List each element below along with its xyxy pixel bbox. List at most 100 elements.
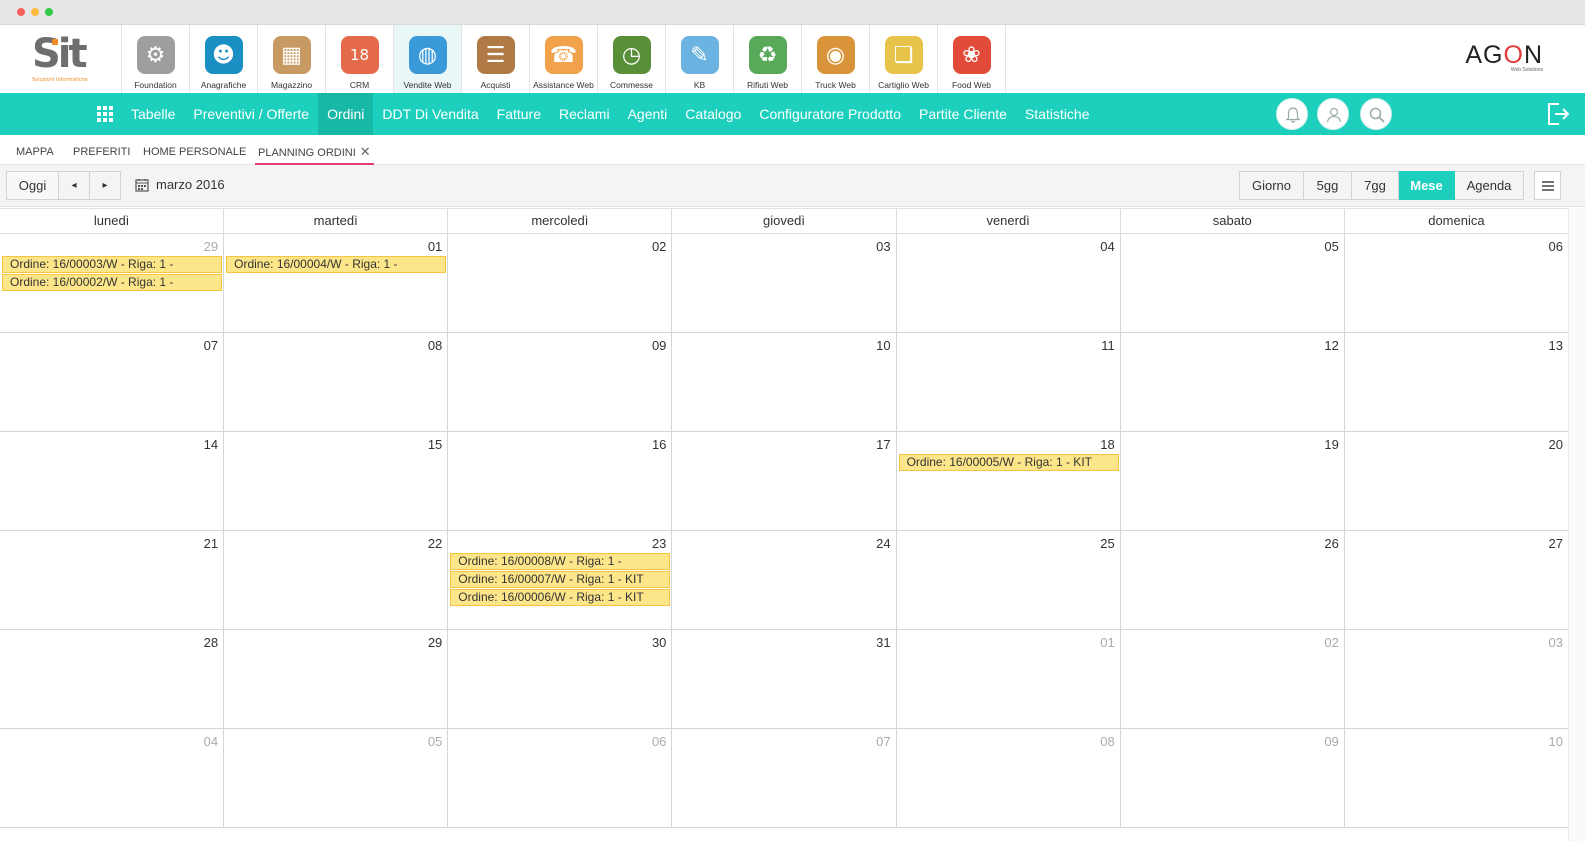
module-crm[interactable]: 18 CRM xyxy=(326,25,394,93)
nav-statistiche[interactable]: Statistiche xyxy=(1016,93,1099,135)
day-number[interactable]: 22 xyxy=(428,536,442,551)
module-assistance-web[interactable]: ☎ Assistance Web xyxy=(530,25,598,93)
module-food-web[interactable]: ❀ Food Web xyxy=(938,25,1006,93)
nav-configuratore-prodotto[interactable]: Configuratore Prodotto xyxy=(750,93,910,135)
calendar-day[interactable]: 21 xyxy=(0,531,225,629)
calendar-day[interactable]: 10 xyxy=(1345,729,1568,827)
day-number[interactable]: 09 xyxy=(1324,734,1338,749)
nav-catalogo[interactable]: Catalogo xyxy=(676,93,750,135)
day-number[interactable]: 10 xyxy=(1549,734,1563,749)
day-number[interactable]: 28 xyxy=(204,635,218,650)
day-number[interactable]: 05 xyxy=(1324,239,1338,254)
calendar-day[interactable]: 10 xyxy=(672,333,897,431)
close-tab-icon[interactable]: ✕ xyxy=(360,144,371,159)
module-kb[interactable]: ✎ KB xyxy=(666,25,734,93)
day-number[interactable]: 07 xyxy=(876,734,890,749)
nav-ordini[interactable]: Ordini xyxy=(318,93,374,135)
order-event[interactable]: Ordine: 16/00004/W - Riga: 1 - xyxy=(226,256,447,273)
day-number[interactable]: 08 xyxy=(428,338,442,353)
day-number[interactable]: 02 xyxy=(652,239,666,254)
calendar-day[interactable]: 24 xyxy=(672,531,897,629)
day-number[interactable]: 04 xyxy=(1100,239,1114,254)
calendar-day[interactable]: 26 xyxy=(1121,531,1345,629)
day-number[interactable]: 05 xyxy=(428,734,442,749)
menu-button[interactable] xyxy=(1534,171,1561,200)
module-commesse[interactable]: ◷ Commesse xyxy=(598,25,666,93)
minimize-window-button[interactable] xyxy=(31,8,39,16)
day-number[interactable]: 03 xyxy=(1549,635,1563,650)
nav-reclami[interactable]: Reclami xyxy=(550,93,619,135)
day-number[interactable]: 30 xyxy=(652,635,666,650)
day-number[interactable]: 15 xyxy=(428,437,442,452)
module-rifiuti-web[interactable]: ♻ Rifiuti Web xyxy=(734,25,802,93)
calendar-day[interactable]: 07 xyxy=(0,333,225,431)
calendar-day[interactable]: 04 xyxy=(897,234,1121,332)
day-number[interactable]: 25 xyxy=(1100,536,1114,551)
nav-fatture[interactable]: Fatture xyxy=(488,93,550,135)
view-giorno-button[interactable]: Giorno xyxy=(1239,171,1304,200)
prev-month-button[interactable]: ◂ xyxy=(59,171,90,200)
calendar-day[interactable]: 04 xyxy=(0,729,225,827)
nav-partite-cliente[interactable]: Partite Cliente xyxy=(910,93,1016,135)
calendar-day[interactable]: 01 xyxy=(897,630,1121,728)
day-number[interactable]: 27 xyxy=(1549,536,1563,551)
calendar-day[interactable]: 05 xyxy=(1121,234,1345,332)
vertical-scrollbar[interactable] xyxy=(1568,208,1585,841)
notifications-button[interactable] xyxy=(1276,98,1308,130)
day-number[interactable]: 08 xyxy=(1100,734,1114,749)
calendar-day[interactable]: 09 xyxy=(1121,729,1345,827)
day-number[interactable]: 29 xyxy=(428,635,442,650)
nav-tabelle[interactable]: Tabelle xyxy=(122,93,184,135)
day-number[interactable]: 07 xyxy=(204,338,218,353)
day-number[interactable]: 29 xyxy=(204,239,218,254)
calendar-day[interactable]: 08 xyxy=(897,729,1121,827)
day-number[interactable]: 01 xyxy=(428,239,442,254)
calendar-day[interactable]: 02 xyxy=(1121,630,1345,728)
order-event[interactable]: Ordine: 16/00003/W - Riga: 1 - xyxy=(2,256,223,273)
calendar-day[interactable]: 20 xyxy=(1345,432,1568,530)
order-event[interactable]: Ordine: 16/00007/W - Riga: 1 - KIT xyxy=(450,571,671,588)
day-number[interactable]: 17 xyxy=(876,437,890,452)
day-number[interactable]: 02 xyxy=(1324,635,1338,650)
order-event[interactable]: Ordine: 16/00002/W - Riga: 1 - xyxy=(2,274,223,291)
calendar-day[interactable]: 06 xyxy=(448,729,673,827)
tab-mappa[interactable]: MAPPA xyxy=(16,135,54,165)
module-cartiglio-web[interactable]: ❏ Cartiglio Web xyxy=(870,25,938,93)
nav-ddt-di-vendita[interactable]: DDT Di Vendita xyxy=(373,93,487,135)
day-number[interactable]: 06 xyxy=(1549,239,1563,254)
day-number[interactable]: 18 xyxy=(1100,437,1114,452)
day-number[interactable]: 01 xyxy=(1100,635,1114,650)
apps-grid-icon[interactable] xyxy=(97,106,113,122)
calendar-day[interactable]: 27 xyxy=(1345,531,1568,629)
zoom-window-button[interactable] xyxy=(45,8,53,16)
order-event[interactable]: Ordine: 16/00006/W - Riga: 1 - KIT xyxy=(450,589,671,606)
day-number[interactable]: 19 xyxy=(1324,437,1338,452)
calendar-day[interactable]: 30 xyxy=(448,630,673,728)
calendar-day[interactable]: 06 xyxy=(1345,234,1568,332)
day-number[interactable]: 10 xyxy=(876,338,890,353)
view-5gg-button[interactable]: 5gg xyxy=(1304,171,1352,200)
day-number[interactable]: 26 xyxy=(1324,536,1338,551)
calendar-day[interactable]: 22 xyxy=(224,531,449,629)
nav-agenti[interactable]: Agenti xyxy=(619,93,677,135)
calendar-day[interactable]: 23 Ordine: 16/00008/W - Riga: 1 - Ordine: … xyxy=(448,531,673,629)
calendar-day[interactable]: 14 xyxy=(0,432,225,530)
calendar-day[interactable]: 29 Ordine: 16/00003/W - Riga: 1 - Ordine: … xyxy=(0,234,225,332)
tab-preferiti[interactable]: PREFERITI xyxy=(73,135,130,165)
calendar-day[interactable]: 28 xyxy=(0,630,225,728)
calendar-day[interactable]: 17 xyxy=(672,432,897,530)
order-event[interactable]: Ordine: 16/00008/W - Riga: 1 - xyxy=(450,553,671,570)
calendar-day[interactable]: 01 Ordine: 16/00004/W - Riga: 1 - xyxy=(224,234,449,332)
calendar-day[interactable]: 09 xyxy=(448,333,673,431)
user-profile-button[interactable] xyxy=(1317,98,1349,130)
day-number[interactable]: 11 xyxy=(1101,338,1115,353)
calendar-day[interactable]: 16 xyxy=(448,432,673,530)
day-number[interactable]: 16 xyxy=(652,437,666,452)
tab-home-personale[interactable]: HOME PERSONALE xyxy=(143,135,246,165)
module-anagrafiche[interactable]: ☻ Anagrafiche xyxy=(190,25,258,93)
calendar-day[interactable]: 19 xyxy=(1121,432,1345,530)
tab-planning-ordini[interactable]: PLANNING ORDINI ✕ xyxy=(255,135,374,165)
sit-logo[interactable]: Sit Soluzioni Informatiche xyxy=(0,25,122,93)
calendar-day[interactable]: 11 xyxy=(897,333,1121,431)
next-month-button[interactable]: ▸ xyxy=(90,171,121,200)
